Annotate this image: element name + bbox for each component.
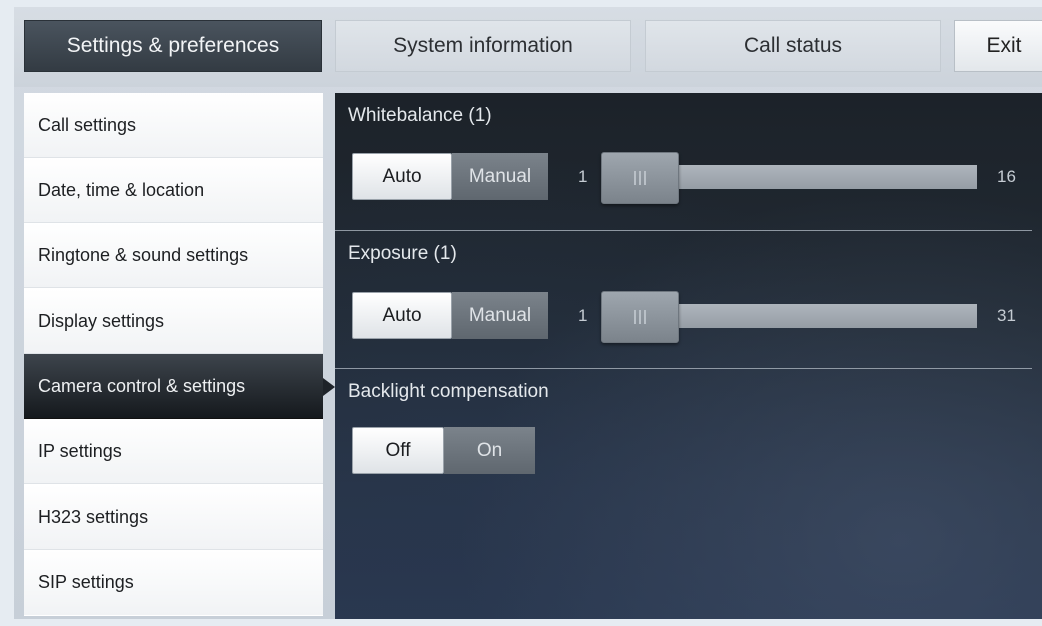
slider-grip-icon [634,171,646,185]
exposure-min-value: 1 [578,306,588,325]
menu-item-call-settings[interactable]: Call settings [24,93,323,158]
backlight-off-button[interactable]: Off [352,427,444,474]
whitebalance-manual-button[interactable]: Manual [452,153,548,200]
menu-item-camera-control[interactable]: Camera control & settings [24,354,335,419]
exposure-auto-button[interactable]: Auto [352,292,452,339]
settings-menu: Call settings Date, time & location Ring… [24,93,335,616]
exposure-manual-button[interactable]: Manual [452,292,548,339]
backlight-compensation-title: Backlight compensation [348,381,549,402]
menu-item-date-time-location[interactable]: Date, time & location [24,158,323,223]
menu-item-sip-settings[interactable]: SIP settings [24,550,323,615]
section-divider [335,368,1032,369]
menu-item-display-settings[interactable]: Display settings [24,289,323,354]
whitebalance-min-value: 1 [578,167,588,186]
menu-item-ip-settings[interactable]: IP settings [24,419,323,484]
whitebalance-slider-thumb[interactable] [601,152,679,204]
tab-system-information[interactable]: System information [335,20,631,72]
exposure-max-value: 31 [997,306,1016,325]
exposure-slider-thumb[interactable] [601,291,679,343]
menu-item-ringtone-sound[interactable]: Ringtone & sound settings [24,223,323,288]
whitebalance-title: Whitebalance (1) [348,105,492,126]
top-tab-bar: Settings & preferences System informatio… [14,7,1042,87]
tab-settings-preferences[interactable]: Settings & preferences [24,20,322,72]
whitebalance-auto-button[interactable]: Auto [352,153,452,200]
backlight-on-button[interactable]: On [444,427,535,474]
camera-settings-panel: Whitebalance (1) Auto Manual 1 16 Exposu… [335,93,1042,619]
tab-call-status[interactable]: Call status [645,20,941,72]
whitebalance-max-value: 16 [997,167,1016,186]
app-screen: Settings & preferences System informatio… [14,7,1042,619]
exit-button[interactable]: Exit [954,20,1042,72]
section-divider [335,230,1032,231]
exposure-title: Exposure (1) [348,243,457,264]
slider-grip-icon [634,310,646,324]
menu-item-h323-settings[interactable]: H323 settings [24,485,323,550]
